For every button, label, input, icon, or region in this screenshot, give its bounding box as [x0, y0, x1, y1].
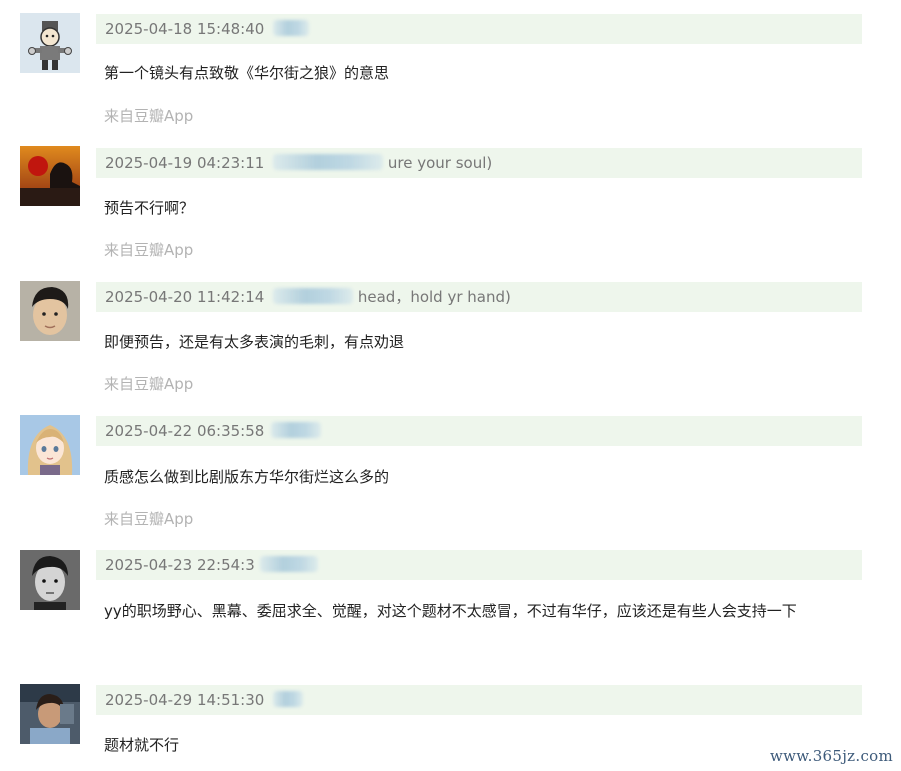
- avatar-man-icon: [20, 281, 80, 341]
- avatar-anime-girl-icon: [20, 415, 80, 475]
- comment-text: 预告不行啊？: [104, 199, 195, 217]
- avatar-sunset-icon: [20, 146, 80, 206]
- comment-meta-bar: 2025-04-19 04:23:11 ure your soul): [96, 148, 862, 178]
- blurred-username: [273, 20, 310, 36]
- comment-meta: 2025-04-20 11:42:14 head，hold yr hand): [105, 287, 511, 307]
- comment-source[interactable]: 来自豆瓣App: [104, 373, 193, 395]
- user-avatar[interactable]: [20, 13, 80, 73]
- comment-meta: 2025-04-19 04:23:11 ure your soul): [105, 153, 492, 173]
- comment-meta: 2025-04-22 06:35:58: [105, 421, 322, 441]
- comment-timestamp: 2025-04-29 14:51:30: [105, 691, 265, 709]
- user-avatar[interactable]: [20, 146, 80, 206]
- user-avatar[interactable]: [20, 281, 80, 341]
- site-watermark: www.365jz.com: [769, 747, 893, 765]
- comment-text: 即便预告，还是有太多表演的毛刺，有点劝退: [104, 333, 405, 351]
- comment-text: 质感怎么做到比剧版东方华尔街烂这么多的: [104, 468, 390, 486]
- comment-source[interactable]: 来自豆瓣App: [104, 508, 193, 530]
- comment-timestamp: 2025-04-20 11:42:14: [105, 288, 265, 306]
- comment-timestamp: 2025-04-23 22:54:3: [105, 556, 255, 574]
- comment-meta: 2025-04-23 22:54:3: [105, 555, 318, 575]
- blurred-username: [271, 422, 322, 438]
- comment-source[interactable]: 来自豆瓣App: [104, 105, 193, 127]
- user-avatar[interactable]: [20, 684, 80, 744]
- comment-text: 题材就不行: [104, 736, 180, 754]
- blurred-username: [259, 556, 318, 572]
- comment-meta-bar: 2025-04-22 06:35:58: [96, 416, 862, 446]
- avatar-pharaoh-icon: [20, 13, 80, 73]
- comment-timestamp: 2025-04-18 15:48:40: [105, 20, 265, 38]
- username-fragment: head，hold yr hand): [357, 288, 511, 306]
- blurred-username: [273, 691, 304, 707]
- comment-timestamp: 2025-04-19 04:23:11: [105, 154, 265, 172]
- user-avatar[interactable]: [20, 415, 80, 475]
- comment-meta: 2025-04-29 14:51:30: [105, 690, 304, 710]
- comment-meta-bar: 2025-04-23 22:54:3: [96, 550, 862, 580]
- comment-timestamp: 2025-04-22 06:35:58: [105, 422, 265, 440]
- comment-meta: 2025-04-18 15:48:40: [105, 19, 310, 39]
- comment-meta-bar: 2025-04-20 11:42:14 head，hold yr hand): [96, 282, 862, 312]
- avatar-bw-portrait-icon: [20, 550, 80, 610]
- comment-source[interactable]: 来自豆瓣App: [104, 239, 193, 261]
- username-fragment: ure your soul): [387, 154, 493, 172]
- comment-meta-bar: 2025-04-18 15:48:40: [96, 14, 862, 44]
- user-avatar[interactable]: [20, 550, 80, 610]
- comment-meta-bar: 2025-04-29 14:51:30: [96, 685, 862, 715]
- blurred-username: [273, 288, 354, 304]
- avatar-photo-icon: [20, 684, 80, 744]
- blurred-username: [273, 154, 384, 170]
- comment-text: yy的职场野心、黑幕、委屈求全、觉醒，对这个题材不太感冒，不过有华仔，应该还是有…: [104, 602, 797, 620]
- comment-text: 第一个镜头有点致敬《华尔街之狼》的意思: [104, 64, 390, 82]
